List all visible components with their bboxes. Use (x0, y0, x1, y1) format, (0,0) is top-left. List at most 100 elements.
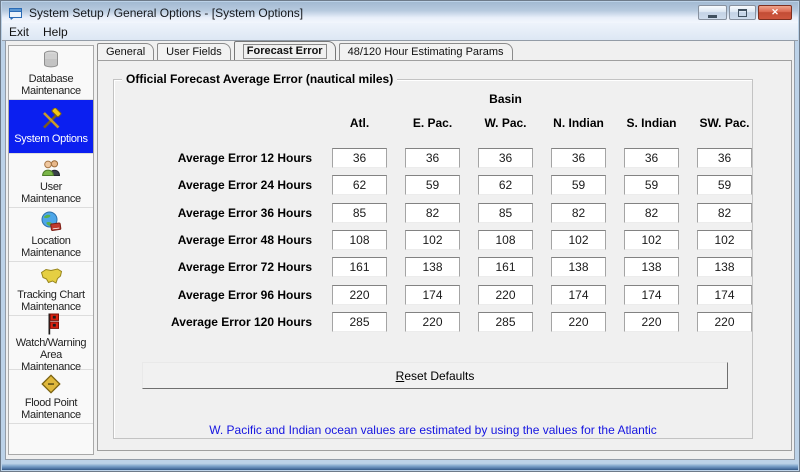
app-icon (8, 5, 24, 21)
globe-book-icon (38, 210, 64, 234)
tools-icon (38, 108, 64, 132)
forecast-error-input-average-error-24-hours-w-pac[interactable] (478, 175, 533, 195)
map-icon (38, 264, 64, 288)
forecast-error-input-average-error-120-hours-atl[interactable] (332, 312, 387, 332)
tab-user-fields[interactable]: User Fields (157, 43, 231, 60)
forecast-error-input-average-error-72-hours-w-pac[interactable] (478, 257, 533, 277)
forecast-error-input-average-error-48-hours-w-pac[interactable] (478, 230, 533, 250)
tab-general[interactable]: General (97, 43, 155, 60)
maximize-icon (738, 8, 747, 17)
forecast-error-input-average-error-120-hours-s-indian[interactable] (624, 312, 679, 332)
forecast-error-input-average-error-12-hours-sw-pac[interactable] (697, 148, 752, 168)
forecast-error-input-average-error-24-hours-sw-pac[interactable] (697, 175, 752, 195)
forecast-error-input-average-error-72-hours-n-indian[interactable] (551, 257, 606, 277)
sidebar-item-location-maintenance[interactable]: Location Maintenance (9, 208, 93, 262)
forecast-error-input-average-error-120-hours-n-indian[interactable] (551, 312, 606, 332)
forecast-error-input-average-error-36-hours-atl[interactable] (332, 203, 387, 223)
row-label-average-error-72-hours: Average Error 72 Hours (177, 260, 312, 274)
forecast-error-input-average-error-72-hours-s-indian[interactable] (624, 257, 679, 277)
forecast-error-input-average-error-120-hours-w-pac[interactable] (478, 312, 533, 332)
tab-label: 48/120 Hour Estimating Params (347, 46, 504, 58)
forecast-error-input-average-error-36-hours-e-pac[interactable] (405, 203, 460, 223)
row-label-average-error-36-hours: Average Error 36 Hours (177, 206, 312, 220)
forecast-error-input-average-error-12-hours-w-pac[interactable] (478, 148, 533, 168)
close-button[interactable]: ✕ (758, 5, 792, 20)
forecast-error-input-average-error-96-hours-e-pac[interactable] (405, 285, 460, 305)
basin-label: Basin (489, 92, 522, 106)
sidebar-item-label: User Maintenance (21, 181, 81, 205)
forecast-error-input-average-error-120-hours-e-pac[interactable] (405, 312, 460, 332)
minimize-button[interactable] (698, 5, 727, 20)
tab-forecast-error[interactable]: Forecast Error (233, 41, 336, 60)
menu-item-help[interactable]: Help (36, 24, 75, 40)
menu-bar: Exit Help (2, 23, 798, 41)
forecast-error-input-average-error-96-hours-n-indian[interactable] (551, 285, 606, 305)
forecast-error-input-average-error-96-hours-atl[interactable] (332, 285, 387, 305)
forecast-error-input-average-error-96-hours-sw-pac[interactable] (697, 285, 752, 305)
title-bar[interactable]: System Setup / General Options - [System… (2, 2, 798, 23)
forecast-error-panel: Official Forecast Average Error (nautica… (97, 60, 792, 451)
minimize-icon (708, 14, 717, 18)
forecast-error-input-average-error-24-hours-e-pac[interactable] (405, 175, 460, 195)
forecast-error-input-average-error-12-hours-e-pac[interactable] (405, 148, 460, 168)
menu-item-exit[interactable]: Exit (2, 24, 36, 40)
forecast-error-input-average-error-12-hours-s-indian[interactable] (624, 148, 679, 168)
column-header-n-indian: N. Indian (553, 116, 604, 130)
forecast-error-input-average-error-48-hours-atl[interactable] (332, 230, 387, 250)
forecast-error-input-average-error-96-hours-w-pac[interactable] (478, 285, 533, 305)
forecast-error-input-average-error-120-hours-sw-pac[interactable] (697, 312, 752, 332)
forecast-error-input-average-error-24-hours-s-indian[interactable] (624, 175, 679, 195)
client-area: Database Maintenance System Options User M… (6, 41, 794, 459)
users-icon (38, 156, 64, 180)
column-header-e-pac: E. Pac. (412, 116, 453, 130)
database-icon (38, 48, 64, 72)
forecast-error-input-average-error-36-hours-w-pac[interactable] (478, 203, 533, 223)
diamond-sign-icon (38, 372, 64, 396)
sidebar-item-label: Tracking Chart Maintenance (17, 289, 85, 313)
forecast-error-input-average-error-72-hours-sw-pac[interactable] (697, 257, 752, 277)
column-header-s-indian: S. Indian (626, 116, 677, 130)
sidebar-item-label: Location Maintenance (21, 235, 81, 259)
sidebar-item-label: Database Maintenance (21, 73, 81, 97)
groupbox-title: Official Forecast Average Error (nautica… (122, 72, 398, 86)
forecast-error-input-average-error-48-hours-n-indian[interactable] (551, 230, 606, 250)
forecast-error-input-average-error-48-hours-sw-pac[interactable] (697, 230, 752, 250)
window-controls: ✕ (698, 5, 792, 20)
warning-flags-icon (38, 312, 64, 336)
column-header-atl: Atl. (349, 116, 370, 130)
window-bottom-frame (2, 460, 798, 470)
sidebar-item-tracking-chart-maintenance[interactable]: Tracking Chart Maintenance (9, 262, 93, 316)
forecast-error-input-average-error-36-hours-s-indian[interactable] (624, 203, 679, 223)
forecast-error-input-average-error-48-hours-s-indian[interactable] (624, 230, 679, 250)
tab-label: General (106, 46, 146, 58)
sidebar-item-database-maintenance[interactable]: Database Maintenance (9, 46, 93, 100)
sidebar-item-system-options[interactable]: System Options (9, 100, 93, 154)
estimation-note: W. Pacific and Indian ocean values are e… (209, 423, 657, 437)
maximize-button[interactable] (729, 5, 756, 20)
sidebar-item-label: Flood Point Maintenance (21, 397, 81, 421)
tab-strip: General User Fields Forecast Error 48/120 H… (97, 41, 792, 60)
sidebar-item-flood-point-maintenance[interactable]: Flood Point Maintenance (9, 370, 93, 424)
forecast-error-input-average-error-72-hours-e-pac[interactable] (405, 257, 460, 277)
forecast-error-input-average-error-12-hours-atl[interactable] (332, 148, 387, 168)
app-window: System Setup / General Options - [System… (0, 0, 800, 472)
tab-label: Forecast Error (242, 44, 327, 59)
forecast-error-input-average-error-12-hours-n-indian[interactable] (551, 148, 606, 168)
forecast-error-input-average-error-36-hours-sw-pac[interactable] (697, 203, 752, 223)
tab-label: User Fields (166, 46, 222, 58)
sidebar-item-label: System Options (14, 133, 88, 145)
forecast-error-input-average-error-24-hours-n-indian[interactable] (551, 175, 606, 195)
forecast-error-input-average-error-96-hours-s-indian[interactable] (624, 285, 679, 305)
reset-defaults-button[interactable]: Reset Defaults (142, 362, 728, 389)
sidebar: Database Maintenance System Options User M… (8, 45, 94, 455)
forecast-error-input-average-error-24-hours-atl[interactable] (332, 175, 387, 195)
forecast-error-input-average-error-36-hours-n-indian[interactable] (551, 203, 606, 223)
forecast-error-input-average-error-48-hours-e-pac[interactable] (405, 230, 460, 250)
row-label-average-error-24-hours: Average Error 24 Hours (177, 178, 312, 192)
sidebar-item-watch-warning-area-maintenance[interactable]: Watch/Warning Area Maintenance (9, 313, 93, 373)
row-label-average-error-96-hours: Average Error 96 Hours (177, 288, 312, 302)
sidebar-item-user-maintenance[interactable]: User Maintenance (9, 154, 93, 208)
tab-48-120-hour-estimating-params[interactable]: 48/120 Hour Estimating Params (338, 43, 513, 60)
column-header-sw-pac: SW. Pac. (699, 116, 750, 130)
forecast-error-input-average-error-72-hours-atl[interactable] (332, 257, 387, 277)
